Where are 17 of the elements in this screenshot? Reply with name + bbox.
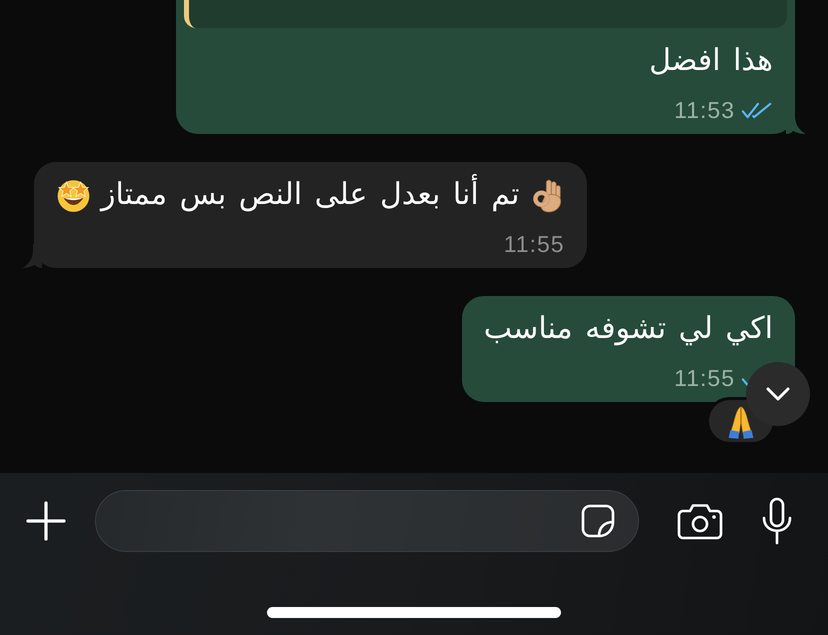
message-text: هذا افضل: [649, 42, 773, 80]
praying-hands-icon: [726, 404, 756, 440]
voice-message-button[interactable]: [761, 497, 793, 545]
sticker-button[interactable]: [580, 503, 616, 539]
attach-button[interactable]: [26, 501, 66, 541]
plus-icon: [26, 501, 66, 541]
chevron-down-icon: [766, 387, 790, 401]
star-struck-face-icon: [56, 178, 91, 212]
camera-icon: [677, 502, 723, 540]
camera-button[interactable]: [677, 502, 723, 540]
message-time: 11:55: [504, 230, 565, 258]
message-time: 11:53: [674, 96, 735, 124]
message-text: اكي لي تشوفه مناسب: [484, 310, 773, 348]
microphone-icon: [761, 497, 793, 545]
message-text: تم أنا بعدل على النص بس ممتاز: [101, 175, 520, 215]
message-time: 11:55: [674, 364, 735, 392]
sticker-icon: [580, 503, 616, 539]
